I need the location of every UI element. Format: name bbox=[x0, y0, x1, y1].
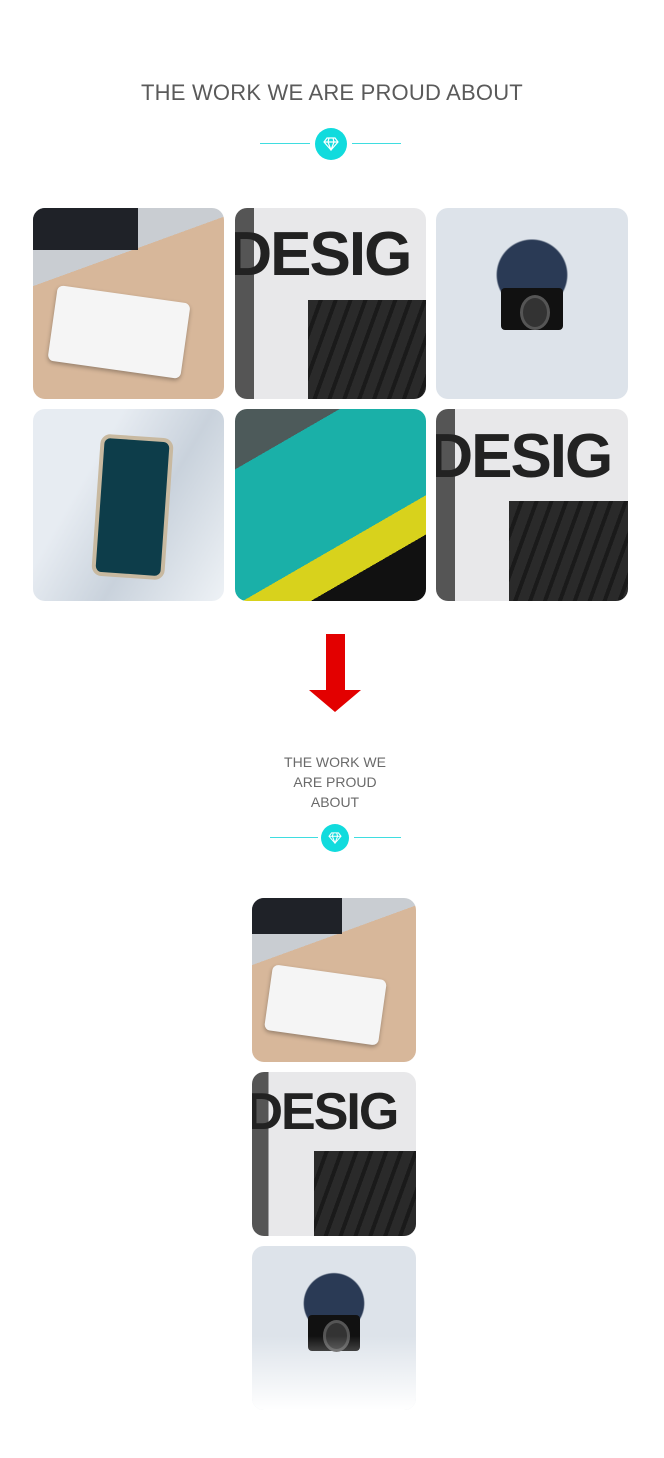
gallery-item-imac[interactable] bbox=[33, 208, 224, 399]
gallery-item-camera[interactable] bbox=[436, 208, 628, 399]
title-line: ABOUT bbox=[310, 794, 360, 810]
divider-line-left bbox=[260, 143, 310, 144]
gallery-item-tablet[interactable] bbox=[235, 409, 426, 601]
diamond-icon bbox=[315, 128, 347, 160]
section-title-mobile: THE WORK WE ARE PROUD ABOUT bbox=[262, 752, 408, 812]
diamond-icon bbox=[321, 824, 349, 852]
arrow-down-icon bbox=[309, 634, 361, 712]
divider-line-left bbox=[270, 837, 318, 838]
gallery-item-design[interactable]: DESIG bbox=[235, 208, 426, 399]
title-line: THE WORK WE bbox=[284, 754, 386, 770]
section-title: THE WORK WE ARE PROUD ABOUT bbox=[141, 80, 523, 105]
title-line: ARE PROUD bbox=[293, 774, 377, 790]
gallery-item-design[interactable]: DESIG bbox=[252, 1072, 416, 1236]
divider-line-right bbox=[354, 837, 401, 838]
gallery-item-design-2[interactable]: DESIG bbox=[436, 409, 628, 601]
gallery-item-imac[interactable] bbox=[252, 898, 416, 1062]
divider-line-right bbox=[352, 143, 401, 144]
gallery-item-phone[interactable] bbox=[33, 409, 224, 601]
gallery-item-camera[interactable] bbox=[252, 1246, 416, 1410]
